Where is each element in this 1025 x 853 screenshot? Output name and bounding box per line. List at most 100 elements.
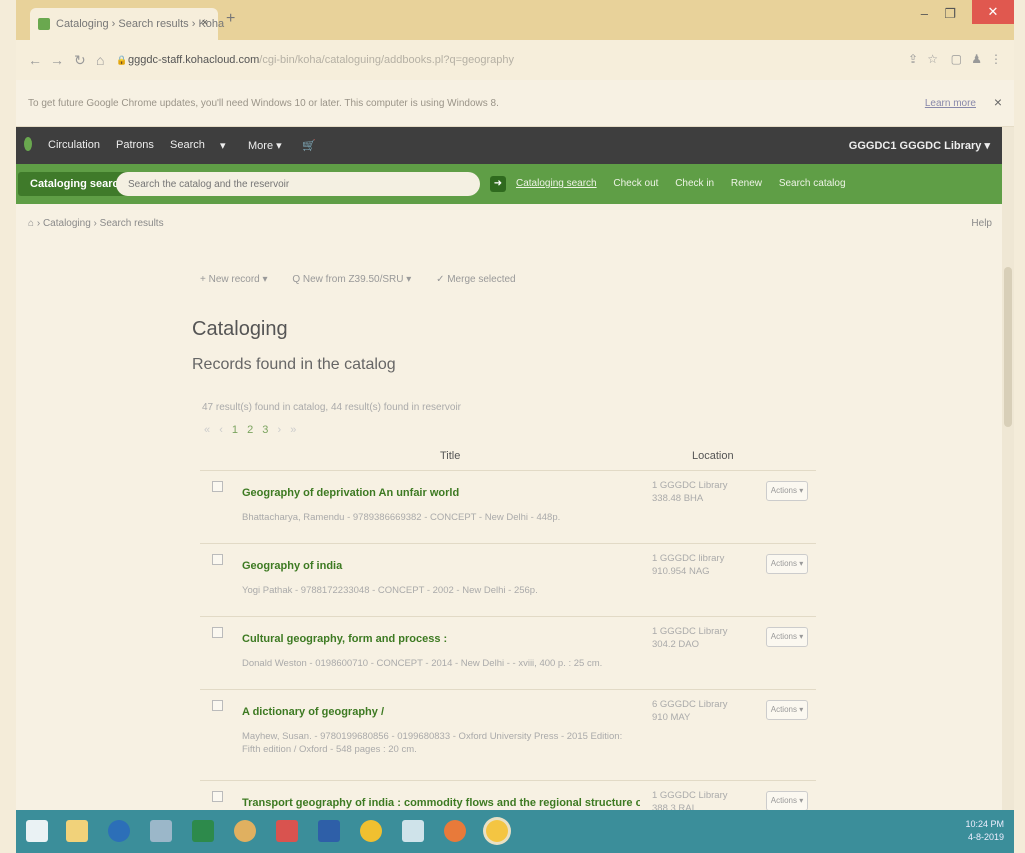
network-icon[interactable] [150,820,172,842]
back-icon[interactable]: ← [28,52,42,68]
actions-button[interactable]: Actions ▾ [766,554,808,574]
pager-first[interactable]: « [204,424,210,436]
pager-last[interactable]: » [290,424,296,436]
powerpoint-icon[interactable] [276,820,298,842]
tab-check-out[interactable]: Check out [613,178,658,189]
browser-window: Cataloging › Search results › Koha × + –… [16,0,1014,853]
tab-renew[interactable]: Renew [731,178,762,189]
new-tab-button[interactable]: + [226,10,235,28]
infobar-close-icon[interactable]: × [994,94,1002,110]
pager-page-1[interactable]: 1 [232,424,238,436]
tab-close-icon[interactable]: × [202,17,208,29]
clock-time: 10:24 PM [965,819,1004,829]
tab-check-in[interactable]: Check in [675,178,714,189]
actions-button[interactable]: Actions ▾ [766,791,808,811]
tab-search-catalog[interactable]: Search catalog [779,178,846,189]
results-table: Title Location Geography of deprivation … [200,442,816,853]
koha-favicon-icon [38,18,50,30]
url-domain: gggdc-staff.kohacloud.com [128,54,260,66]
pager-prev[interactable]: ‹ [219,424,223,436]
tab-title: Cataloging › Search results › Koha [56,18,225,30]
minimize-icon[interactable]: – [921,6,928,21]
url-field[interactable]: gggdc-staff.kohacloud.com/cgi-bin/koha/c… [128,54,514,66]
koha-logo-icon[interactable] [24,137,32,151]
pager-page-3[interactable]: 3 [262,424,268,436]
pagination: « ‹ 1 2 3 › » [204,424,302,436]
menu-circulation[interactable]: Circulation [48,139,100,151]
system-tray-clock[interactable]: 10:24 PM 4-8-2019 [965,818,1004,844]
record-title-link[interactable]: Geography of india [242,560,640,572]
record-title-link[interactable]: A dictionary of geography / [242,706,640,718]
new-record-button[interactable]: + New record ▾ [200,274,268,285]
browser-tab[interactable]: Cataloging › Search results › Koha × [30,8,224,40]
tab-strip: Cataloging › Search results › Koha × + –… [16,0,1014,40]
notepad-icon[interactable] [402,820,424,842]
pager-page-2[interactable]: 2 [247,424,253,436]
record-title-link[interactable]: Transport geography of india : commodity… [242,797,640,809]
browser-menu-icon[interactable]: ⋮ [990,52,1002,66]
record-location: 1 GGGDC library 910.954 NAG [652,553,725,577]
koha-top-menu: Circulation Patrons Search ▾ More ▾ 🛒 GG… [16,127,1014,164]
breadcrumb-cataloging[interactable]: Cataloging [43,218,91,229]
excel-icon[interactable] [192,820,214,842]
menu-search-dropdown[interactable]: ▾ [220,139,226,152]
cataloging-search-input[interactable] [116,172,480,196]
library-selector[interactable]: GGGDC1 GGGDC Library ▾ [849,139,990,152]
table-row: Cultural geography, form and process : D… [200,617,816,690]
column-header-title[interactable]: Title [440,450,460,462]
window-close-button[interactable]: ✕ [972,0,1014,24]
home-icon[interactable]: ⌂ [28,218,34,229]
search-submit-button[interactable]: ➜ [490,176,506,192]
firefox-icon[interactable] [444,820,466,842]
learn-more-link[interactable]: Learn more [925,98,976,109]
table-row: Geography of india Yogi Pathak - 9788172… [200,544,816,617]
page-scrollbar[interactable] [1002,127,1014,810]
column-header-location[interactable]: Location [692,450,734,462]
record-location: 6 GGGDC Library 910 MAY [652,699,728,723]
breadcrumb-separator: › [36,218,41,229]
menu-more[interactable]: More ▾ [248,139,282,152]
extension-icon[interactable]: ▢ [951,52,962,66]
menu-search[interactable]: Search [170,139,205,151]
windows-taskbar: 10:24 PM 4-8-2019 [16,810,1014,853]
actions-button[interactable]: Actions ▾ [766,700,808,720]
merge-selected-button[interactable]: ✓ Merge selected [436,274,516,285]
row-checkbox[interactable] [212,791,223,802]
actions-button[interactable]: Actions ▾ [766,481,808,501]
table-header: Title Location [200,442,816,471]
record-title-link[interactable]: Geography of deprivation An unfair world [242,487,640,499]
media-player-icon[interactable] [108,820,130,842]
chrome-icon[interactable] [486,820,508,842]
tab-cataloging-search[interactable]: Cataloging search [516,178,597,189]
start-icon[interactable] [26,820,48,842]
help-link[interactable]: Help [971,218,992,229]
bookmark-star-icon[interactable]: ☆ [927,52,938,66]
share-icon[interactable]: ⇪ [908,52,918,66]
forward-icon[interactable]: → [50,52,64,68]
search-tabs: Cataloging search Check out Check in Ren… [516,178,860,189]
scrollbar-thumb[interactable] [1004,267,1012,427]
pager-next[interactable]: › [277,424,281,436]
new-from-z3950-button[interactable]: Q New from Z39.50/SRU ▾ [292,274,411,285]
cart-icon[interactable]: 🛒 [302,139,316,152]
record-meta: Yogi Pathak - 9788172233048 - CONCEPT - … [242,585,538,596]
menu-patrons[interactable]: Patrons [116,139,154,151]
breadcrumb: ⌂ › Cataloging › Search results [28,218,164,229]
word-icon[interactable] [318,820,340,842]
profile-icon[interactable]: ♟ [971,52,982,66]
user-app-icon[interactable] [234,820,256,842]
file-explorer-icon[interactable] [66,820,88,842]
internet-explorer-icon[interactable] [360,820,382,842]
row-checkbox[interactable] [212,481,223,492]
row-checkbox[interactable] [212,554,223,565]
home-button-icon[interactable]: ⌂ [96,52,104,68]
row-checkbox[interactable] [212,700,223,711]
record-title-link[interactable]: Cultural geography, form and process : [242,633,640,645]
row-checkbox[interactable] [212,627,223,638]
reload-icon[interactable]: ↻ [74,52,86,69]
table-row: A dictionary of geography / Mayhew, Susa… [200,690,816,781]
record-location: 1 GGGDC Library 338.48 BHA [652,480,728,504]
actions-button[interactable]: Actions ▾ [766,627,808,647]
page-title: Cataloging [192,318,288,340]
maximize-icon[interactable]: ❐ [944,6,956,22]
